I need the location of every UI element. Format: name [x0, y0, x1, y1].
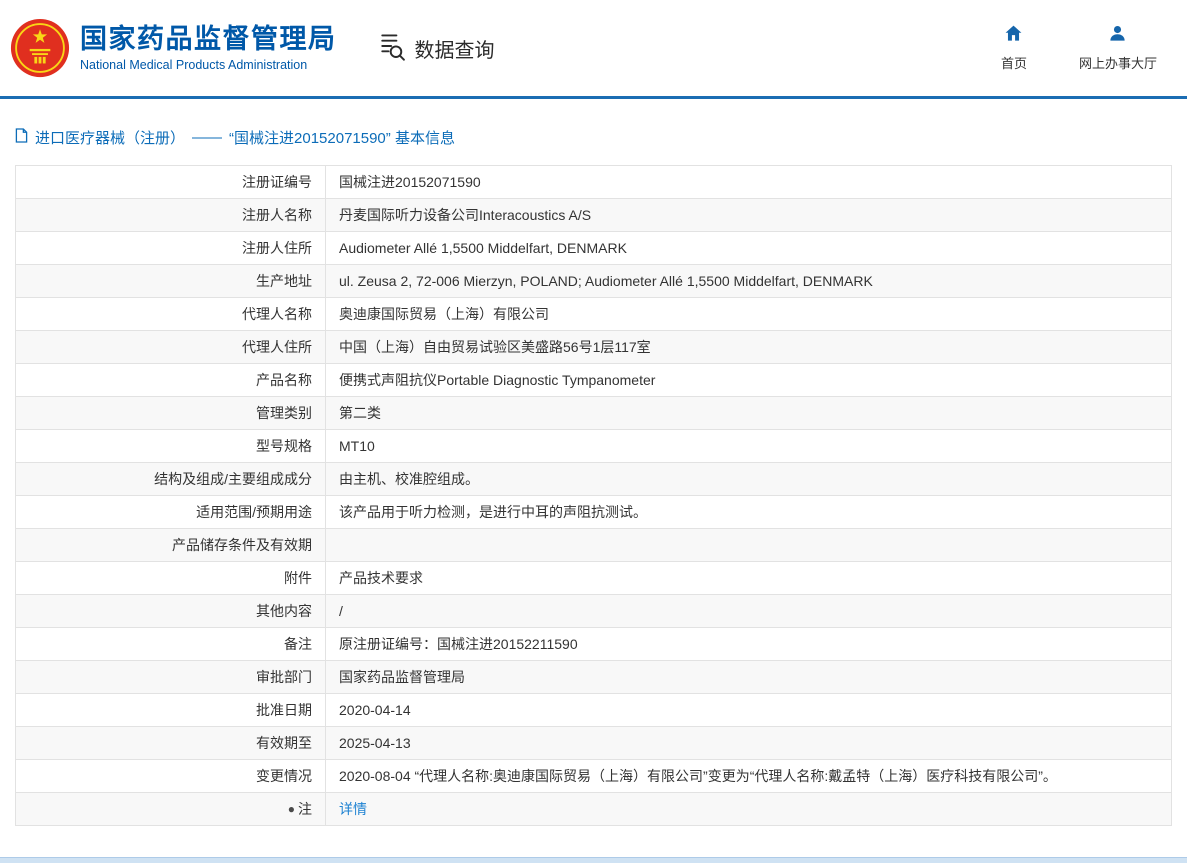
row-label: 注册人名称: [16, 199, 326, 232]
table-row: 其他内容/: [16, 595, 1172, 628]
table-row: 注册人住所Audiometer Allé 1,5500 Middelfart, …: [16, 232, 1172, 265]
nav-item-service-hall[interactable]: 网上办事大厅: [1079, 24, 1157, 72]
table-row: 变更情况2020-08-04 “代理人名称:奥迪康国际贸易（上海）有限公司”变更…: [16, 760, 1172, 793]
row-value: 2020-04-14: [326, 694, 1172, 727]
breadcrumb: 进口医疗器械（注册） —— “国械注进20152071590” 基本信息: [15, 127, 1172, 148]
header: 国家药品监督管理局 National Medical Products Admi…: [0, 0, 1187, 96]
table-row: 管理类别第二类: [16, 397, 1172, 430]
table-row: 审批部门国家药品监督管理局: [16, 661, 1172, 694]
page-title: “国械注进20152071590” 基本信息: [229, 127, 455, 148]
row-value: 中国（上海）自由贸易试验区美盛路56号1层117室: [326, 331, 1172, 364]
row-label: 代理人住所: [16, 331, 326, 364]
note-bullet-icon: ●: [288, 802, 295, 816]
row-label: 结构及组成/主要组成成分: [16, 463, 326, 496]
row-label: 审批部门: [16, 661, 326, 694]
detail-link[interactable]: 详情: [339, 801, 367, 817]
data-query-nav[interactable]: 数据查询: [377, 31, 495, 66]
breadcrumb-category: 进口医疗器械（注册）: [35, 127, 185, 148]
table-row: 有效期至2025-04-13: [16, 727, 1172, 760]
row-value: 该产品用于听力检测，是进行中耳的声阻抗测试。: [326, 496, 1172, 529]
registration-info-table: 注册证编号国械注进20152071590注册人名称丹麦国际听力设备公司Inter…: [15, 165, 1172, 826]
org-title-en: National Medical Products Administration: [80, 58, 337, 72]
table-row: 产品储存条件及有效期: [16, 529, 1172, 562]
breadcrumb-dash: ——: [192, 129, 222, 146]
row-label: 注册人住所: [16, 232, 326, 265]
document-icon: [15, 128, 28, 147]
row-value: 丹麦国际听力设备公司Interacoustics A/S: [326, 199, 1172, 232]
data-query-icon: [377, 31, 407, 66]
nmpa-logo: 国家药品监督管理局 National Medical Products Admi…: [10, 18, 337, 78]
row-value: 奥迪康国际贸易（上海）有限公司: [326, 298, 1172, 331]
row-value: 第二类: [326, 397, 1172, 430]
table-row: 代理人名称奥迪康国际贸易（上海）有限公司: [16, 298, 1172, 331]
row-label: 有效期至: [16, 727, 326, 760]
row-label: 产品储存条件及有效期: [16, 529, 326, 562]
org-title-cn: 国家药品监督管理局: [80, 24, 337, 55]
row-value: 原注册证编号：国械注进20152211590: [326, 628, 1172, 661]
row-label: 注册证编号: [16, 166, 326, 199]
row-value: 由主机、校准腔组成。: [326, 463, 1172, 496]
row-value: 国家药品监督管理局: [326, 661, 1172, 694]
row-label: 生产地址: [16, 265, 326, 298]
row-value: Audiometer Allé 1,5500 Middelfart, DENMA…: [326, 232, 1172, 265]
national-emblem-icon: [10, 18, 70, 78]
nav-home-label: 首页: [1001, 53, 1027, 72]
row-value: 2025-04-13: [326, 727, 1172, 760]
row-label: 变更情况: [16, 760, 326, 793]
table-row: 适用范围/预期用途该产品用于听力检测，是进行中耳的声阻抗测试。: [16, 496, 1172, 529]
data-query-label: 数据查询: [415, 34, 495, 63]
row-label: 批准日期: [16, 694, 326, 727]
nav-hall-label: 网上办事大厅: [1079, 53, 1157, 72]
row-label: 产品名称: [16, 364, 326, 397]
info-table-body: 注册证编号国械注进20152071590注册人名称丹麦国际听力设备公司Inter…: [16, 166, 1172, 826]
row-label: 管理类别: [16, 397, 326, 430]
table-row: 产品名称便携式声阻抗仪Portable Diagnostic Tympanome…: [16, 364, 1172, 397]
table-row: 注册证编号国械注进20152071590: [16, 166, 1172, 199]
table-row: 代理人住所中国（上海）自由贸易试验区美盛路56号1层117室: [16, 331, 1172, 364]
row-value: MT10: [326, 430, 1172, 463]
header-divider: [0, 96, 1187, 99]
nav-item-home[interactable]: 首页: [1001, 24, 1027, 72]
row-value: [326, 529, 1172, 562]
row-value: 国械注进20152071590: [326, 166, 1172, 199]
row-label: 其他内容: [16, 595, 326, 628]
row-value: 2020-08-04 “代理人名称:奥迪康国际贸易（上海）有限公司”变更为“代理…: [326, 760, 1172, 793]
table-row: 附件产品技术要求: [16, 562, 1172, 595]
row-label: 型号规格: [16, 430, 326, 463]
table-row: 备注原注册证编号：国械注进20152211590: [16, 628, 1172, 661]
org-titles: 国家药品监督管理局 National Medical Products Admi…: [80, 24, 337, 72]
header-nav: 首页 网上办事大厅: [1001, 24, 1157, 72]
row-label: 附件: [16, 562, 326, 595]
table-row: ●注详情: [16, 793, 1172, 826]
row-value: 详情: [326, 793, 1172, 826]
row-label: ●注: [16, 793, 326, 826]
row-label: 代理人名称: [16, 298, 326, 331]
table-row: 注册人名称丹麦国际听力设备公司Interacoustics A/S: [16, 199, 1172, 232]
table-row: 型号规格MT10: [16, 430, 1172, 463]
table-row: 结构及组成/主要组成成分由主机、校准腔组成。: [16, 463, 1172, 496]
row-value: 便携式声阻抗仪Portable Diagnostic Tympanometer: [326, 364, 1172, 397]
footer-strip: [0, 857, 1187, 863]
row-label: 适用范围/预期用途: [16, 496, 326, 529]
row-value: 产品技术要求: [326, 562, 1172, 595]
user-icon: [1108, 24, 1127, 48]
main-content: 进口医疗器械（注册） —— “国械注进20152071590” 基本信息 注册证…: [0, 127, 1187, 826]
table-row: 生产地址ul. Zeusa 2, 72-006 Mierzyn, POLAND;…: [16, 265, 1172, 298]
row-value: ul. Zeusa 2, 72-006 Mierzyn, POLAND; Aud…: [326, 265, 1172, 298]
row-value: /: [326, 595, 1172, 628]
row-label: 备注: [16, 628, 326, 661]
table-row: 批准日期2020-04-14: [16, 694, 1172, 727]
home-icon: [1004, 24, 1023, 48]
